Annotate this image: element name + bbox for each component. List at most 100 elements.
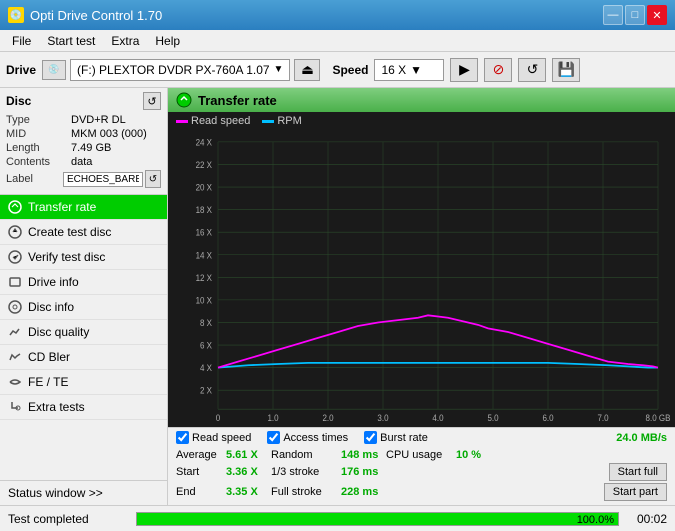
disc-label-refresh[interactable]: ↺	[145, 170, 161, 188]
chart-header: Transfer rate	[168, 88, 675, 112]
nav-create-test-disc[interactable]: Create test disc	[0, 220, 167, 245]
rpm-legend-color	[262, 120, 274, 123]
nav-transfer-rate[interactable]: Transfer rate	[0, 195, 167, 220]
speed-value: 16 X	[381, 63, 406, 77]
access-times-checkbox[interactable]	[267, 431, 280, 444]
stats-row-1: Average 5.61 X Random 148 ms CPU usage 1…	[176, 449, 667, 461]
svg-text:4 X: 4 X	[200, 363, 212, 374]
burst-rate-check-text: Burst rate	[380, 432, 428, 444]
close-button[interactable]: ✕	[647, 5, 667, 25]
disc-contents-label: Contents	[6, 156, 71, 168]
svg-text:22 X: 22 X	[196, 159, 213, 170]
svg-text:14 X: 14 X	[196, 250, 213, 261]
svg-text:7.0: 7.0	[597, 412, 608, 423]
eject-button[interactable]: ⏏	[294, 59, 320, 81]
stats-row-3: End 3.35 X Full stroke 228 ms Start part	[176, 483, 667, 501]
legend-read-speed: Read speed	[176, 115, 250, 127]
stats-data-rows: Average 5.61 X Random 148 ms CPU usage 1…	[168, 447, 675, 505]
disc-mid-row: MID MKM 003 (000)	[6, 128, 161, 140]
menu-bar: File Start test Extra Help	[0, 30, 675, 52]
extra-tests-icon	[8, 400, 22, 414]
app-title: Opti Drive Control 1.70	[30, 8, 162, 23]
read-speed-check-text: Read speed	[192, 432, 251, 444]
menu-start-test[interactable]: Start test	[39, 32, 103, 50]
stats-row-2: Start 3.36 X 1/3 stroke 176 ms Start ful…	[176, 463, 667, 481]
drive-value: (F:) PLEXTOR DVDR PX-760A 1.07	[77, 63, 270, 77]
window-controls: — □ ✕	[603, 5, 667, 25]
drive-icon: 💿	[42, 60, 66, 80]
burst-rate-checkbox[interactable]	[364, 431, 377, 444]
access-times-check-label[interactable]: Access times	[267, 431, 348, 444]
nav-disc-info-label: Disc info	[28, 300, 74, 314]
title-bar: 💿 Opti Drive Control 1.70 — □ ✕	[0, 0, 675, 30]
verify-test-disc-icon	[8, 250, 22, 264]
start-part-button[interactable]: Start part	[604, 483, 667, 501]
read-speed-checkbox[interactable]	[176, 431, 189, 444]
nav-transfer-rate-label: Transfer rate	[28, 200, 96, 214]
nav-fe-te[interactable]: FE / TE	[0, 370, 167, 395]
fe-te-icon	[8, 375, 22, 389]
chart-legend: Read speed RPM	[168, 112, 675, 130]
svg-text:5.0: 5.0	[487, 412, 498, 423]
nav-disc-quality-label: Disc quality	[28, 325, 89, 339]
menu-file[interactable]: File	[4, 32, 39, 50]
status-window-label: Status window >>	[8, 486, 103, 500]
create-test-disc-icon	[8, 225, 22, 239]
end-label: End	[176, 486, 226, 498]
nav-drive-info[interactable]: Drive info	[0, 270, 167, 295]
svg-text:2 X: 2 X	[200, 385, 212, 396]
nav-disc-info[interactable]: Disc info	[0, 295, 167, 320]
disc-type-label: Type	[6, 114, 71, 126]
main-layout: Disc ↺ Type DVD+R DL MID MKM 003 (000) L…	[0, 88, 675, 505]
burst-rate-display: 24.0 MB/s	[616, 432, 667, 444]
nav-verify-test-disc[interactable]: Verify test disc	[0, 245, 167, 270]
nav-create-test-disc-label: Create test disc	[28, 225, 111, 239]
nav-extra-tests[interactable]: Extra tests	[0, 395, 167, 420]
transfer-rate-icon	[8, 200, 22, 214]
read-speed-check-label[interactable]: Read speed	[176, 431, 251, 444]
speed-dropdown[interactable]: 16 X ▼	[374, 59, 444, 81]
nav-verify-test-disc-label: Verify test disc	[28, 250, 105, 264]
svg-text:8.0 GB: 8.0 GB	[646, 412, 671, 423]
disc-section: Disc ↺ Type DVD+R DL MID MKM 003 (000) L…	[0, 88, 167, 195]
nav-cd-bler-label: CD Bler	[28, 350, 70, 364]
svg-text:6.0: 6.0	[542, 412, 553, 423]
nav-menu: Transfer rate Create test disc Verify te…	[0, 195, 167, 480]
progress-percent: 100.0%	[577, 513, 614, 527]
drive-selector: 💿 (F:) PLEXTOR DVDR PX-760A 1.07 ▼ ⏏	[42, 59, 320, 81]
menu-extra[interactable]: Extra	[103, 32, 147, 50]
disc-length-label: Length	[6, 142, 71, 154]
legend-rpm: RPM	[262, 115, 301, 127]
stats-checkboxes-row: Read speed Access times Burst rate 24.0 …	[168, 427, 675, 447]
average-label: Average	[176, 449, 226, 461]
left-panel: Disc ↺ Type DVD+R DL MID MKM 003 (000) L…	[0, 88, 168, 505]
disc-contents-value: data	[71, 156, 92, 168]
speed-label: Speed	[332, 63, 368, 77]
disc-refresh-button[interactable]: ↺	[143, 92, 161, 110]
svg-text:10 X: 10 X	[196, 295, 213, 306]
save-button[interactable]: 💾	[552, 58, 580, 82]
svg-text:20 X: 20 X	[196, 182, 213, 193]
disc-label-input[interactable]	[63, 172, 143, 187]
refresh-button[interactable]: ↺	[518, 58, 546, 82]
disc-length-row: Length 7.49 GB	[6, 142, 161, 154]
start-label: Start	[176, 466, 226, 478]
drive-dropdown[interactable]: (F:) PLEXTOR DVDR PX-760A 1.07 ▼	[70, 59, 290, 81]
menu-help[interactable]: Help	[147, 32, 188, 50]
nav-cd-bler[interactable]: CD Bler	[0, 345, 167, 370]
svg-text:24 X: 24 X	[196, 137, 213, 148]
nav-fe-te-label: FE / TE	[28, 375, 68, 389]
end-value: 3.35 X	[226, 486, 271, 498]
nav-disc-quality[interactable]: Disc quality	[0, 320, 167, 345]
minimize-button[interactable]: —	[603, 5, 623, 25]
erase-button[interactable]: ⊘	[484, 58, 512, 82]
start-full-button[interactable]: Start full	[609, 463, 667, 481]
burst-rate-check-label[interactable]: Burst rate	[364, 431, 428, 444]
play-button[interactable]: ▶	[450, 58, 478, 82]
app-icon: 💿	[8, 7, 24, 23]
maximize-button[interactable]: □	[625, 5, 645, 25]
drive-info-icon	[8, 275, 22, 289]
disc-mid-value: MKM 003 (000)	[71, 128, 147, 140]
svg-text:6 X: 6 X	[200, 340, 212, 351]
status-window-button[interactable]: Status window >>	[0, 480, 167, 505]
